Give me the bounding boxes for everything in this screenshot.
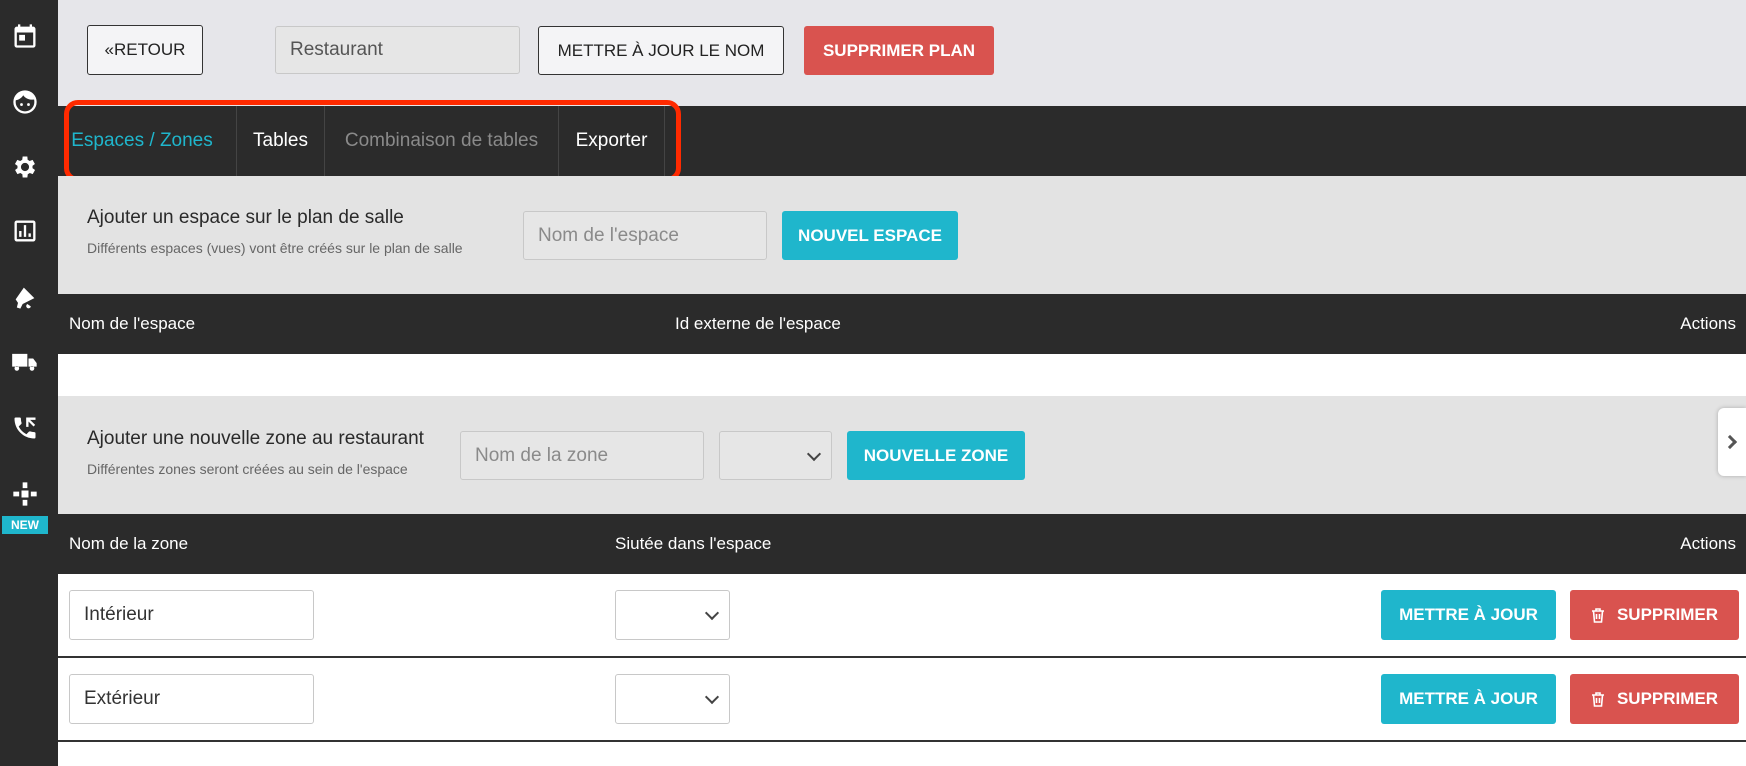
col-space-name: Nom de l'espace <box>69 314 196 333</box>
update-zone-button[interactable]: METTRE À JOUR <box>1381 590 1556 640</box>
new-zone-button[interactable]: NOUVELLE ZONE <box>847 431 1025 480</box>
trash-icon <box>1591 692 1604 707</box>
delete-zone-button[interactable]: SUPPRIMER <box>1570 590 1739 640</box>
chevron-down-icon <box>704 689 720 705</box>
face-icon[interactable] <box>9 86 41 118</box>
expand-panel-handle[interactable] <box>1718 408 1746 476</box>
chevron-down-icon <box>704 605 720 621</box>
zone-table-header: Nom de la zone Siutée dans l'espace Acti… <box>58 514 1746 574</box>
col-zone-name: Nom de la zone <box>69 534 189 553</box>
sidebar: NEW <box>0 0 58 766</box>
plan-name-input[interactable]: Restaurant <box>275 26 520 74</box>
zone-name-field[interactable]: Intérieur <box>69 590 314 640</box>
truck-icon[interactable] <box>9 346 41 378</box>
update-zone-button[interactable]: METTRE À JOUR <box>1381 674 1556 724</box>
table-row: Intérieur METTRE À JOUR SUPPRIMER <box>58 574 1746 656</box>
add-zone-subtitle: Différentes zones seront créées au sein … <box>87 461 408 477</box>
delete-zone-button[interactable]: SUPPRIMER <box>1570 674 1739 724</box>
col-actions: Actions <box>1680 314 1736 333</box>
add-zone-section: Ajouter une nouvelle zone au restaurant … <box>58 396 1746 514</box>
back-button[interactable]: «RETOUR <box>87 25 203 75</box>
space-table-empty-row <box>58 354 1746 396</box>
update-name-button[interactable]: METTRE À JOUR LE NOM <box>538 26 784 75</box>
chevron-down-icon <box>806 446 822 461</box>
delete-plan-button[interactable]: SUPPRIMER PLAN <box>804 26 994 75</box>
zone-name-field[interactable]: Extérieur <box>69 674 314 724</box>
add-space-section: Ajouter un espace sur le plan de salle D… <box>58 176 1746 294</box>
zone-space-select[interactable] <box>615 674 730 724</box>
col-actions: Actions <box>1680 534 1736 553</box>
space-name-input[interactable]: Nom de l'espace <box>523 211 767 260</box>
delete-label: SUPPRIMER <box>1616 605 1719 624</box>
zone-name-input[interactable]: Nom de la zone <box>460 431 704 480</box>
phone-icon[interactable] <box>9 412 41 444</box>
add-space-title: Ajouter un espace sur le plan de salle <box>87 207 404 228</box>
space-table-header: Nom de l'espace Id externe de l'espace A… <box>58 294 1746 354</box>
calendar-icon[interactable] <box>9 20 41 52</box>
gear-icon[interactable] <box>9 151 41 183</box>
zone-space-select[interactable] <box>719 431 832 480</box>
table-row: Extérieur METTRE À JOUR SUPPRIMER <box>58 658 1746 740</box>
chevron-right-icon <box>1722 434 1738 450</box>
megaphone-icon[interactable] <box>9 281 41 313</box>
chart-icon[interactable] <box>9 215 41 247</box>
col-zone-space: Siutée dans l'espace <box>615 534 772 553</box>
puzzle-icon[interactable] <box>9 478 41 510</box>
trash-icon <box>1591 608 1604 623</box>
new-space-button[interactable]: NOUVEL ESPACE <box>782 211 958 260</box>
tabs-highlight-annotation <box>64 100 681 182</box>
col-space-external-id: Id externe de l'espace <box>675 314 841 333</box>
delete-label: SUPPRIMER <box>1616 689 1719 708</box>
table-row-partial <box>58 742 1746 766</box>
top-bar: «RETOUR Restaurant METTRE À JOUR LE NOM … <box>58 0 1746 106</box>
main-content: «RETOUR Restaurant METTRE À JOUR LE NOM … <box>58 0 1746 766</box>
new-badge: NEW <box>2 516 48 534</box>
add-space-subtitle: Différents espaces (vues) vont être créé… <box>87 240 463 256</box>
zone-space-select[interactable] <box>615 590 730 640</box>
add-zone-title: Ajouter une nouvelle zone au restaurant <box>87 428 424 449</box>
